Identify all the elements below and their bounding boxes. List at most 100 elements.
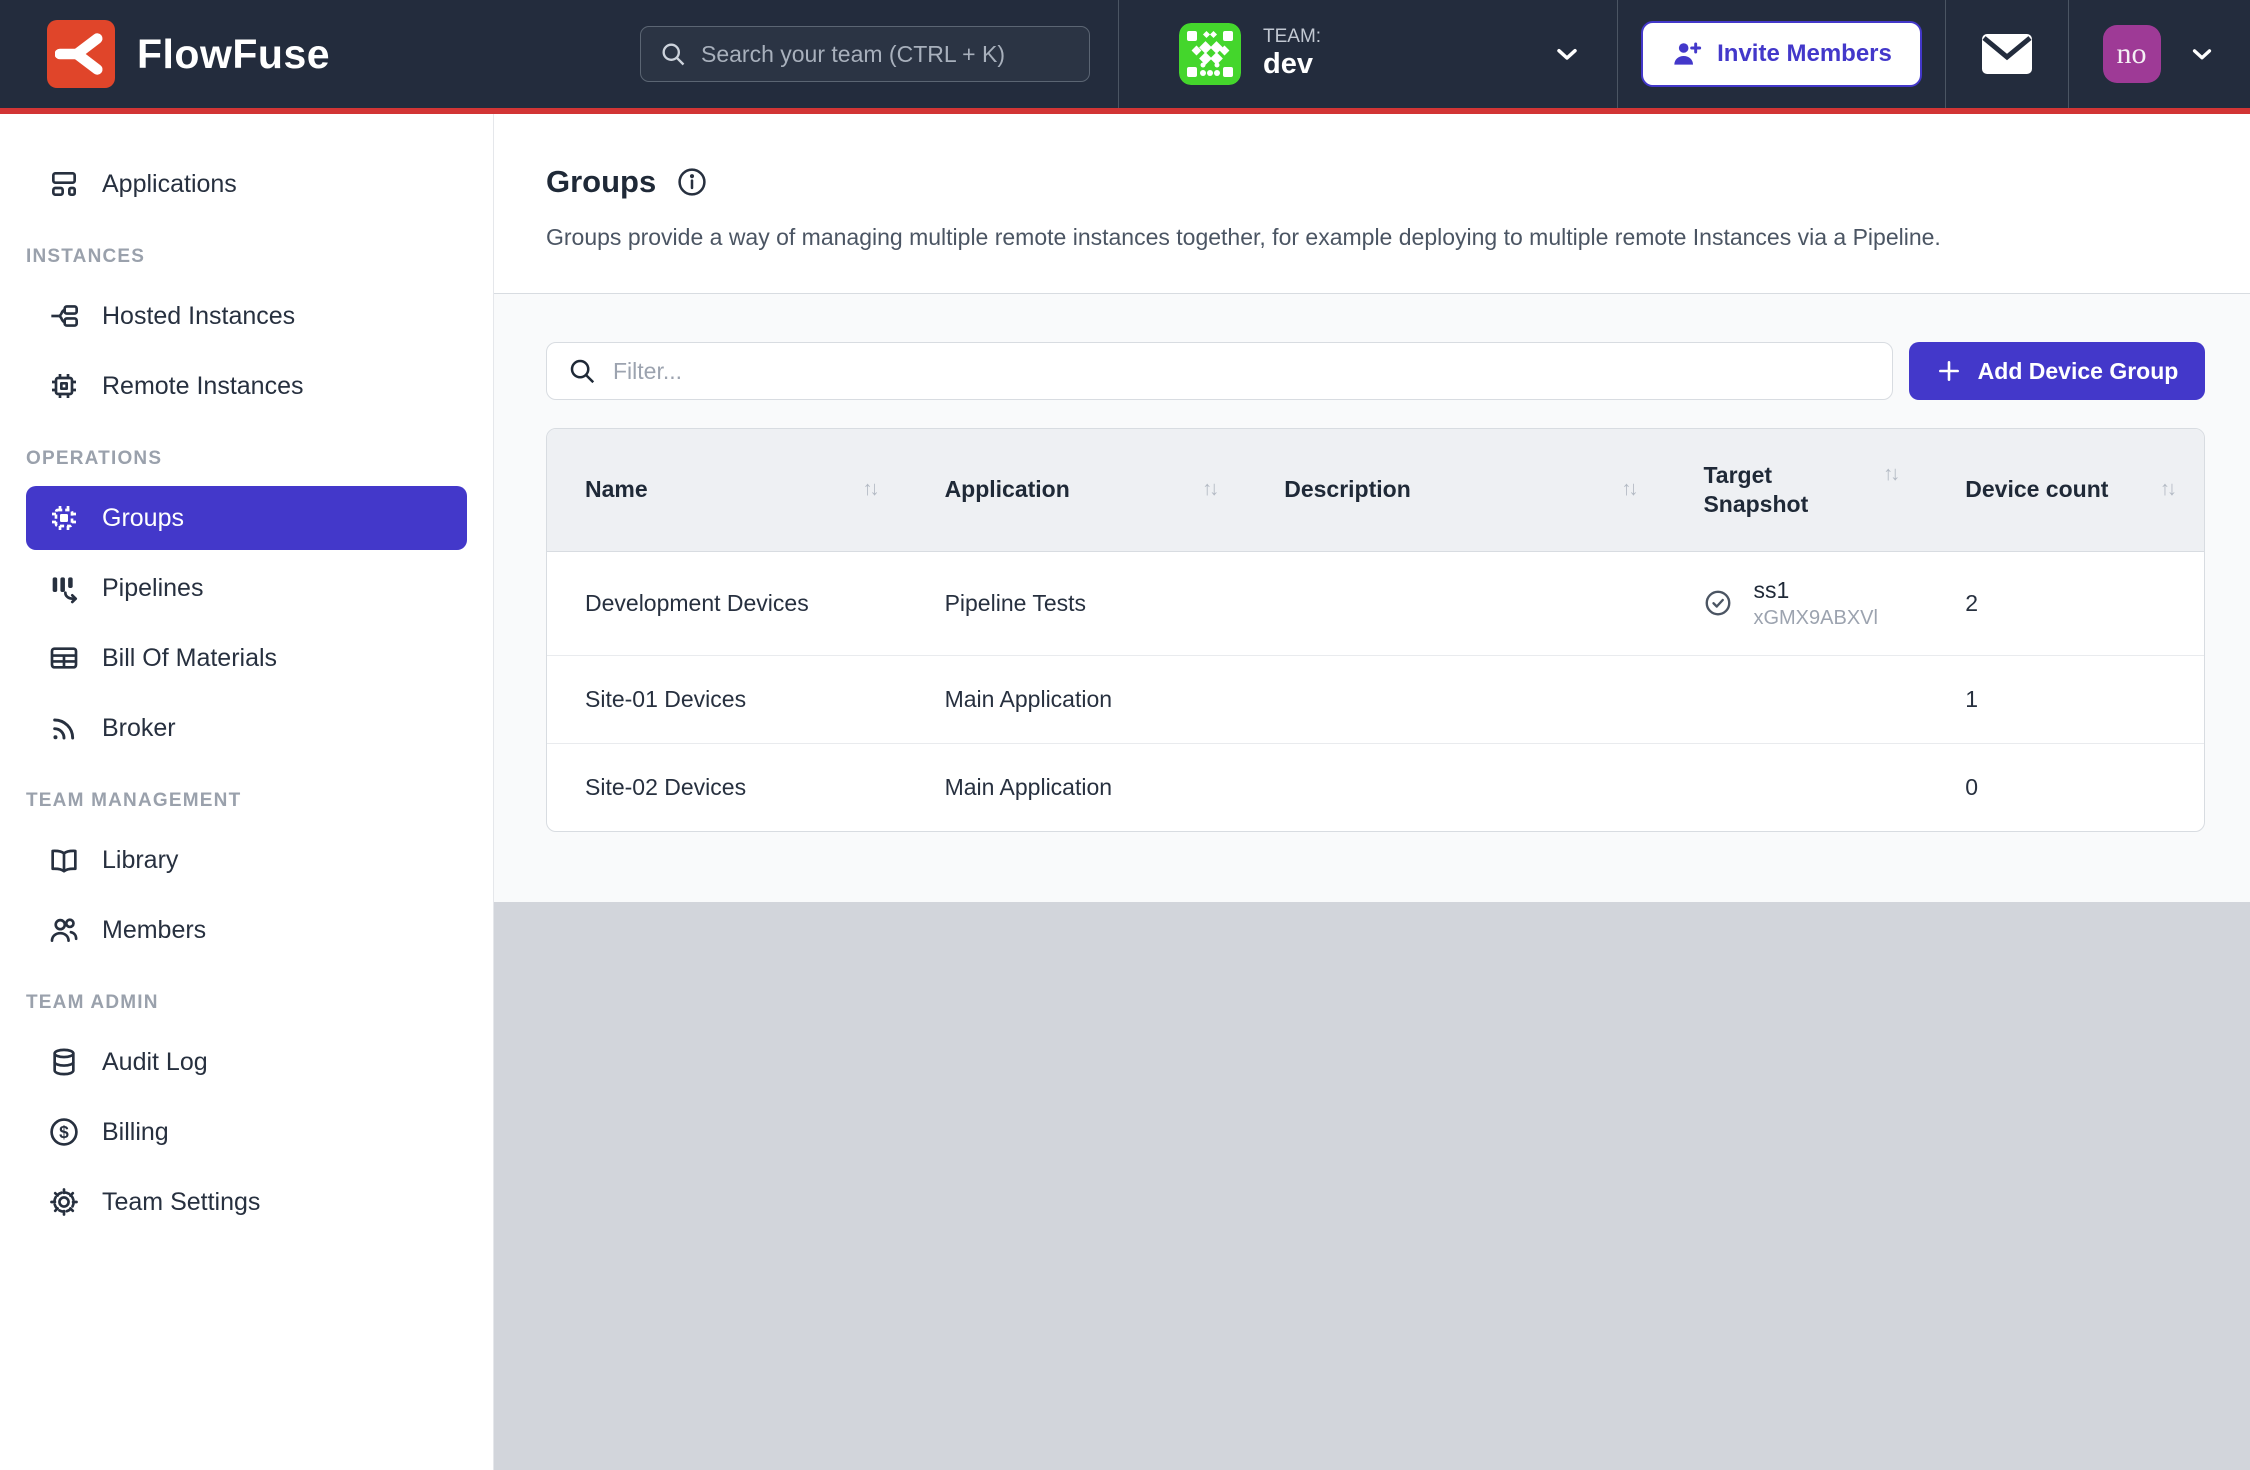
sidebar: Applications INSTANCES Hosted Instances — [0, 114, 494, 1470]
cell-description — [1246, 670, 1665, 730]
top-navbar: FlowFuse — [0, 0, 2250, 108]
sidebar-item-hosted-instances[interactable]: Hosted Instances — [26, 284, 467, 348]
info-icon[interactable] — [676, 166, 708, 198]
table-row[interactable]: Site-01 Devices Main Application 1 — [547, 655, 2204, 743]
cell-application: Main Application — [907, 744, 1247, 831]
cell-application: Pipeline Tests — [907, 560, 1247, 647]
column-header-name[interactable]: Name ↑↓ — [547, 443, 907, 536]
cell-name: Site-01 Devices — [547, 656, 907, 743]
page-description: Groups provide a way of managing multipl… — [546, 224, 2198, 251]
cell-name: Site-02 Devices — [547, 744, 907, 831]
user-menu[interactable]: no — [2068, 0, 2250, 108]
table-row[interactable]: Development Devices Pipeline Tests — [547, 552, 2204, 656]
sidebar-item-members[interactable]: Members — [26, 898, 467, 962]
search-icon — [659, 40, 687, 68]
sidebar-item-label: Bill Of Materials — [102, 644, 277, 673]
sidebar-item-bill-of-materials[interactable]: Bill Of Materials — [26, 626, 467, 690]
members-icon — [48, 914, 80, 946]
table-header-row: Name ↑↓ Application ↑↓ Description ↑↓ Ta… — [547, 429, 2204, 552]
audit-log-icon — [48, 1046, 80, 1078]
broker-icon — [48, 712, 80, 744]
sidebar-item-label: Groups — [102, 504, 184, 533]
table-body: Development Devices Pipeline Tests — [547, 552, 2204, 832]
main-content: Groups Groups provide a way of managing … — [494, 114, 2250, 1470]
svg-text:$: $ — [59, 1122, 69, 1142]
sidebar-item-broker[interactable]: Broker — [26, 696, 467, 760]
sidebar-item-remote-instances[interactable]: Remote Instances — [26, 354, 467, 418]
team-search-box[interactable] — [640, 26, 1090, 82]
team-selector[interactable]: TEAM: dev — [1118, 0, 1617, 108]
device-group-icon — [48, 502, 80, 534]
column-header-target-snapshot[interactable]: Target Snapshot ↑↓ — [1665, 429, 1927, 551]
sidebar-item-label: Broker — [102, 714, 176, 743]
filter-input[interactable] — [613, 358, 1872, 385]
snapshot-name: ss1 — [1753, 576, 1877, 606]
team-chevron-down-icon — [1551, 38, 1583, 70]
add-device-group-label: Add Device Group — [1978, 358, 2179, 385]
cell-target-snapshot — [1665, 758, 1927, 818]
brand-name: FlowFuse — [137, 31, 330, 78]
page-title: Groups — [546, 164, 656, 200]
invite-members-label: Invite Members — [1717, 40, 1892, 68]
sort-icon[interactable]: ↑↓ — [1883, 463, 1897, 486]
table-row[interactable]: Site-02 Devices Main Application 0 — [547, 743, 2204, 831]
team-avatar — [1179, 23, 1241, 85]
team-meta: TEAM: dev — [1263, 26, 1321, 81]
sidebar-section-team-management: TEAM MANAGEMENT — [0, 790, 493, 812]
sidebar-item-audit-log[interactable]: Audit Log — [26, 1030, 467, 1094]
team-name: dev — [1263, 48, 1321, 81]
plus-icon — [1936, 358, 1962, 384]
sort-icon[interactable]: ↑↓ — [2160, 478, 2174, 501]
hosted-instances-icon — [48, 300, 80, 332]
sidebar-item-groups[interactable]: Groups — [26, 486, 467, 550]
bill-of-materials-icon — [48, 642, 80, 674]
sidebar-item-label: Billing — [102, 1118, 169, 1147]
sidebar-section-operations: OPERATIONS — [0, 448, 493, 470]
sidebar-item-pipelines[interactable]: Pipelines — [26, 556, 467, 620]
content-background-filler — [494, 902, 2250, 1470]
sidebar-item-team-settings[interactable]: Team Settings — [26, 1170, 467, 1234]
cell-description — [1246, 758, 1665, 818]
groups-panel: Add Device Group Name ↑↓ Application ↑↓ … — [494, 294, 2250, 832]
invite-members-button[interactable]: Invite Members — [1641, 21, 1922, 87]
cell-device-count: 2 — [1927, 560, 2204, 647]
column-header-description[interactable]: Description ↑↓ — [1246, 443, 1665, 536]
filter-search-icon — [567, 356, 597, 386]
gear-icon — [48, 1186, 80, 1218]
column-header-device-count[interactable]: Device count ↑↓ — [1927, 443, 2204, 536]
sort-icon[interactable]: ↑↓ — [863, 478, 877, 501]
filter-box[interactable] — [546, 342, 1893, 400]
team-label: TEAM: — [1263, 26, 1321, 48]
sort-icon[interactable]: ↑↓ — [1202, 478, 1216, 501]
sidebar-item-applications[interactable]: Applications — [26, 152, 467, 216]
cell-target-snapshot: ss1 xGMX9ABXVl — [1665, 552, 1927, 656]
add-device-group-button[interactable]: Add Device Group — [1909, 342, 2205, 400]
applications-icon — [48, 168, 80, 200]
snapshot-id: xGMX9ABXVl — [1753, 605, 1877, 631]
search-input[interactable] — [701, 41, 1071, 68]
remote-instances-icon — [48, 370, 80, 402]
user-avatar[interactable]: no — [2103, 25, 2161, 83]
sidebar-item-label: Pipelines — [102, 574, 203, 603]
sidebar-item-library[interactable]: Library — [26, 828, 467, 892]
mail-icon[interactable] — [1981, 33, 2033, 75]
flowfuse-logo-icon — [47, 20, 115, 88]
sort-icon[interactable]: ↑↓ — [1621, 478, 1635, 501]
groups-table: Name ↑↓ Application ↑↓ Description ↑↓ Ta… — [546, 428, 2205, 832]
cell-application: Main Application — [907, 656, 1247, 743]
library-icon — [48, 844, 80, 876]
brand[interactable]: FlowFuse — [0, 0, 640, 108]
nav-invite-area: Invite Members — [1617, 0, 1945, 108]
billing-icon: $ — [48, 1116, 80, 1148]
sidebar-section-instances: INSTANCES — [0, 246, 493, 268]
sidebar-item-billing[interactable]: $ Billing — [26, 1100, 467, 1164]
sidebar-item-label: Applications — [102, 170, 237, 199]
sidebar-item-label: Audit Log — [102, 1048, 208, 1077]
sidebar-item-label: Hosted Instances — [102, 302, 295, 331]
sidebar-item-label: Members — [102, 916, 206, 945]
cell-device-count: 0 — [1927, 744, 2204, 831]
check-circle-icon — [1703, 588, 1733, 618]
column-header-application[interactable]: Application ↑↓ — [907, 443, 1247, 536]
sidebar-item-label: Team Settings — [102, 1188, 260, 1217]
nav-mail-area — [1945, 0, 2068, 108]
